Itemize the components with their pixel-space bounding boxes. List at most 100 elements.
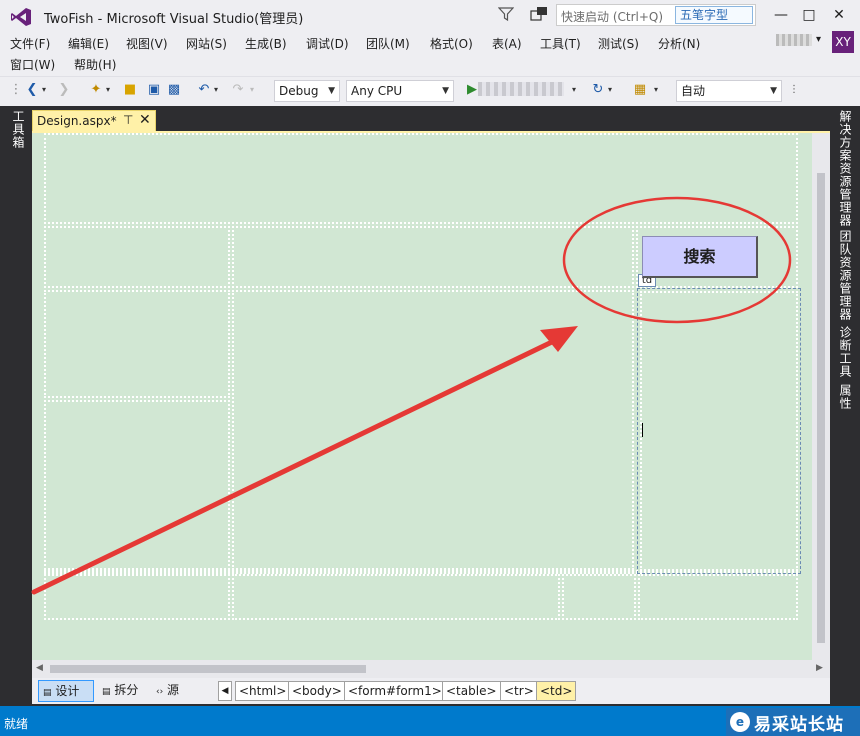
save-icon[interactable]: ▣ (146, 82, 162, 98)
solution-configuration-value: Debug (279, 84, 319, 98)
selected-td[interactable] (640, 291, 798, 571)
feedback-filter-icon[interactable] (498, 6, 514, 22)
design-surface[interactable]: td 搜索 (32, 133, 812, 660)
menu-file[interactable]: 文件(F) (10, 35, 50, 52)
table-cell-header[interactable] (44, 133, 798, 224)
tab-design-aspx[interactable]: Design.aspx* ⊤ ✕ (32, 110, 156, 132)
notifications-icon[interactable] (530, 6, 548, 22)
breadcrumb-table[interactable]: <table> (442, 681, 501, 701)
undo-icon[interactable]: ↶ (196, 82, 212, 98)
menu-tools[interactable]: 工具(T) (540, 35, 581, 52)
menu-table[interactable]: 表(A) (492, 35, 522, 52)
team-explorer-tab[interactable]: 团队资源管理器 (837, 230, 854, 321)
new-dropdown-icon[interactable]: ▾ (104, 82, 112, 98)
breadcrumb-html[interactable]: <html> (235, 681, 291, 701)
menu-team[interactable]: 团队(M) (366, 35, 410, 52)
open-file-icon[interactable]: ■ (122, 82, 138, 98)
redo-icon[interactable]: ↷ (230, 82, 246, 98)
menu-debug[interactable]: 调试(D) (306, 35, 349, 52)
close-window-icon[interactable]: ✕ (828, 4, 850, 26)
table-cell[interactable] (562, 574, 636, 620)
ime-badge[interactable]: 五笔字型 (675, 6, 753, 24)
ime-badge-label: 五笔字型 (680, 8, 729, 22)
scroll-left-icon[interactable]: ◀ (36, 663, 43, 673)
source-view-icon: ‹› (156, 687, 164, 697)
breadcrumb-tr[interactable]: <tr> (500, 681, 538, 701)
minimize-icon[interactable]: — (770, 4, 792, 26)
solution-explorer-tab[interactable]: 解决方案资源管理器 (837, 110, 854, 227)
watermark: e 易采站长站 (726, 708, 860, 736)
chevron-down-icon: ▼ (328, 86, 335, 96)
menu-edit[interactable]: 编辑(E) (68, 35, 109, 52)
pin-icon[interactable]: ⊤ (123, 113, 133, 127)
save-all-icon[interactable]: ▩ (166, 82, 182, 98)
menu-format[interactable]: 格式(O) (430, 35, 473, 52)
split-view-label: 拆分 (114, 683, 139, 697)
table-cell[interactable] (638, 574, 798, 620)
watermark-text: 易采站长站 (754, 715, 844, 735)
design-view-label: 设计 (55, 684, 80, 698)
diagnostic-tools-tab[interactable]: 诊断工具 (837, 326, 854, 378)
navigate-back-icon[interactable]: ❮ (24, 82, 40, 98)
refresh-dropdown-icon[interactable]: ▾ (606, 82, 614, 98)
user-name-blurred[interactable] (776, 34, 812, 46)
menu-help[interactable]: 帮助(H) (74, 56, 116, 73)
table-cell[interactable] (232, 290, 634, 570)
quick-launch-placeholder: 快速启动 (Ctrl+Q) (561, 10, 664, 24)
browser-link-icon[interactable]: ▦ (632, 82, 648, 98)
search-button[interactable]: 搜索 (642, 236, 758, 278)
toolbox-tab[interactable]: 工具箱 (10, 110, 27, 149)
close-tab-icon[interactable]: ✕ (139, 112, 151, 128)
table-cell[interactable] (44, 574, 230, 620)
breadcrumb-td[interactable]: <td> (536, 681, 577, 701)
status-bar: 就绪 e 易采站长站 (0, 706, 860, 736)
table-cell[interactable] (44, 290, 230, 398)
breadcrumb-prev-icon[interactable]: ◀ (218, 681, 232, 701)
view-switcher-bar: ▤ 设计 ▤ 拆分 ‹› 源 ◀ <html> <body> <form#for… (32, 678, 830, 704)
solution-platform-select[interactable]: Any CPU ▼ (346, 80, 454, 102)
browser-dropdown-icon[interactable]: ▾ (570, 82, 578, 98)
horizontal-scroll-thumb[interactable] (50, 665, 366, 673)
toolbar-overflow-icon[interactable]: ⋮ (786, 82, 802, 98)
menu-view[interactable]: 视图(V) (126, 35, 168, 52)
menu-window[interactable]: 窗口(W) (10, 56, 55, 73)
menu-website[interactable]: 网站(S) (186, 35, 227, 52)
table-cell[interactable] (232, 226, 634, 288)
scroll-right-icon[interactable]: ▶ (816, 663, 823, 673)
table-cell[interactable] (232, 574, 560, 620)
horizontal-scrollbar[interactable]: ◀ ▶ (32, 660, 830, 678)
redo-dropdown-icon[interactable]: ▾ (248, 82, 256, 98)
source-view-label: 源 (167, 683, 180, 697)
breadcrumb-form[interactable]: <form#form1> (344, 681, 446, 701)
run-target-blurred[interactable] (478, 82, 564, 96)
toolbar-grip-icon: ⋮ (9, 82, 23, 97)
vertical-scroll-thumb[interactable] (817, 173, 825, 643)
navigate-forward-icon[interactable]: ❯ (56, 82, 72, 98)
standard-toolbar: ⋮ ❮ ▾ ❯ ✦ ▾ ■ ▣ ▩ ↶ ▾ ↷ ▾ Debug ▼ Any CP… (0, 76, 860, 104)
quick-launch-search[interactable]: 快速启动 (Ctrl+Q) 五笔字型 (556, 4, 756, 26)
zoom-value: 自动 (681, 84, 706, 98)
watermark-logo-icon: e (730, 712, 750, 732)
menu-analyze[interactable]: 分析(N) (658, 35, 700, 52)
design-view-button[interactable]: ▤ 设计 (38, 680, 94, 702)
menu-test[interactable]: 测试(S) (598, 35, 639, 52)
user-dropdown-icon[interactable]: ▾ (816, 34, 821, 45)
breadcrumb-body[interactable]: <body> (288, 681, 346, 701)
vertical-scrollbar[interactable] (812, 133, 830, 660)
properties-tab[interactable]: 属性 (837, 384, 854, 410)
tab-label: Design.aspx* (37, 114, 117, 128)
menu-build[interactable]: 生成(B) (245, 35, 287, 52)
split-view-button[interactable]: ▤ 拆分 (98, 680, 142, 702)
source-view-button[interactable]: ‹› 源 (152, 680, 183, 702)
maximize-icon[interactable]: □ (798, 4, 820, 26)
solution-configuration-select[interactable]: Debug ▼ (274, 80, 340, 102)
browser-link-dropdown-icon[interactable]: ▾ (652, 82, 660, 98)
table-cell[interactable] (44, 226, 230, 288)
avatar[interactable]: XY (832, 31, 854, 53)
refresh-icon[interactable]: ↻ (590, 82, 606, 98)
undo-dropdown-icon[interactable]: ▾ (212, 82, 220, 98)
back-dropdown-icon[interactable]: ▾ (40, 82, 48, 98)
zoom-select[interactable]: 自动 ▼ (676, 80, 782, 102)
new-project-icon[interactable]: ✦ (88, 82, 104, 98)
table-cell[interactable] (44, 400, 230, 570)
